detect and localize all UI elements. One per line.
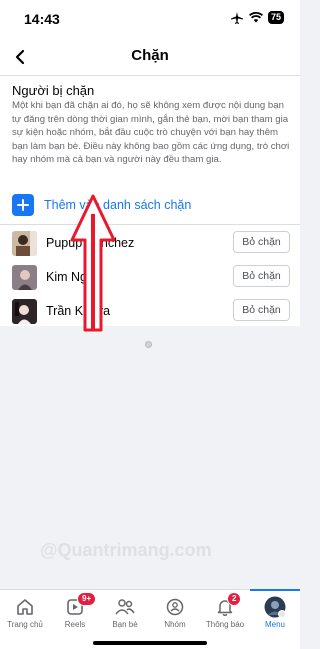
blocked-row: Trần Kimira Bỏ chặn: [0, 297, 300, 331]
unblock-button[interactable]: Bỏ chặn: [233, 299, 290, 321]
status-icons: 75: [230, 11, 284, 24]
nav-notifications[interactable]: 2 Thông báo: [200, 590, 250, 632]
add-to-blocklist-label: Thêm vào danh sách chặn: [44, 198, 192, 212]
airplane-icon: [230, 11, 243, 24]
nav-home[interactable]: Trang chủ: [0, 590, 50, 632]
avatar: [12, 299, 37, 324]
blocked-name: Pupup Sanchez: [46, 236, 135, 250]
menu-avatar-icon: [264, 596, 286, 618]
nav-reels[interactable]: 9+ Reels: [50, 590, 100, 632]
wifi-icon: [248, 12, 263, 23]
nav-friends[interactable]: Bạn bè: [100, 590, 150, 632]
groups-icon: [164, 596, 186, 618]
section-description: Một khi bạn đã chặn ai đó, họ sẽ không x…: [12, 100, 290, 166]
status-bar: 14:43 75: [0, 0, 300, 38]
unblock-button[interactable]: Bỏ chặn: [233, 231, 290, 253]
nav-groups[interactable]: Nhóm: [150, 590, 200, 632]
list-divider: [0, 224, 300, 225]
blocked-row: Kim Ngân Bỏ chặn: [0, 263, 300, 297]
avatar: [12, 231, 37, 256]
add-to-blocklist-button[interactable]: Thêm vào danh sách chặn: [0, 194, 300, 220]
blocked-name: Kim Ngân: [46, 270, 101, 284]
unblock-button[interactable]: Bỏ chặn: [233, 265, 290, 287]
blocked-section: Người bị chặn Một khi bạn đã chặn ai đó,…: [0, 76, 300, 326]
nav-menu[interactable]: Menu: [250, 589, 300, 632]
home-icon: [14, 596, 36, 618]
avatar: [12, 265, 37, 290]
home-indicator: [93, 641, 207, 645]
friends-icon: [114, 596, 136, 618]
plus-icon: [12, 194, 34, 216]
blocked-name: Trần Kimira: [46, 304, 111, 318]
bottom-nav: Trang chủ 9+ Reels Bạn bè Nhóm 2 Thông b…: [0, 589, 300, 649]
reels-badge: 9+: [77, 592, 97, 606]
scroll-indicator: [145, 341, 152, 348]
status-time: 14:43: [24, 11, 60, 27]
section-title: Người bị chặn: [12, 83, 95, 98]
battery-indicator: 75: [267, 11, 284, 24]
notifications-badge: 2: [227, 592, 242, 606]
blocked-row: Pupup Sanchez Bỏ chặn: [0, 229, 300, 263]
page-title: Chặn: [131, 47, 169, 64]
watermark: @Quantrimang.com: [40, 540, 212, 560]
page-header: Chặn: [0, 38, 300, 76]
